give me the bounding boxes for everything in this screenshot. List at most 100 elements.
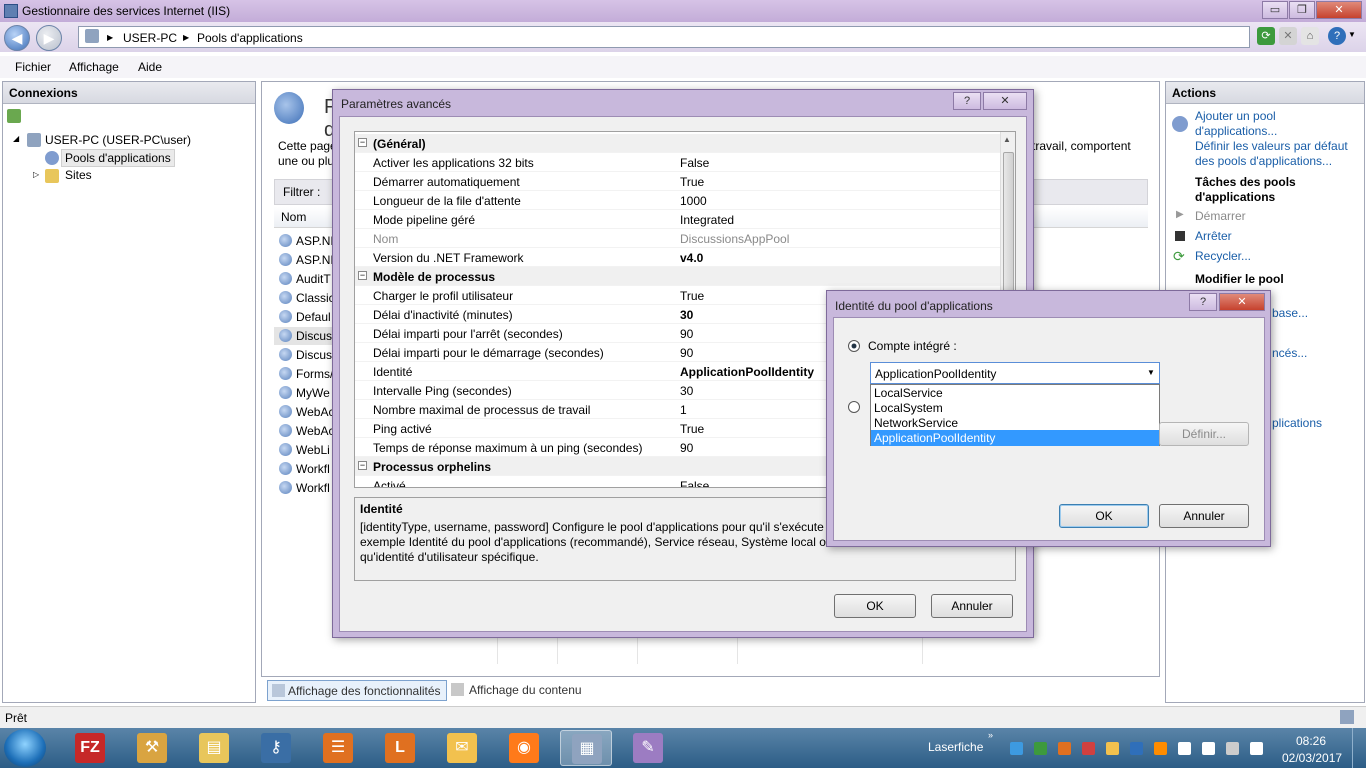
property-value[interactable]: ApplicationPoolIdentity bbox=[680, 365, 814, 379]
list-item[interactable]: MyWe bbox=[274, 384, 334, 402]
property-row[interactable]: Mode pipeline géré Integrated bbox=[355, 210, 1015, 229]
taskbar-app-button[interactable]: ⚷ bbox=[250, 730, 302, 766]
show-desktop-button[interactable] bbox=[1352, 728, 1366, 768]
property-row[interactable]: Démarrer automatiquement True bbox=[355, 172, 1015, 191]
property-value[interactable]: 30 bbox=[680, 384, 693, 398]
help-dropdown-icon[interactable]: ▼ bbox=[1348, 30, 1356, 39]
property-row[interactable]: Activer les applications 32 bits False bbox=[355, 153, 1015, 172]
list-item[interactable]: WebAc bbox=[274, 422, 334, 440]
refresh-icon[interactable]: ⟳ bbox=[1257, 27, 1275, 45]
list-item[interactable]: ASP.NE bbox=[274, 251, 334, 269]
menu-help[interactable]: Aide bbox=[138, 60, 162, 74]
tray-icon[interactable] bbox=[1226, 742, 1239, 755]
property-value[interactable]: False bbox=[680, 479, 709, 487]
menu-file[interactable]: Fichier bbox=[15, 60, 51, 74]
property-value[interactable]: 1 bbox=[680, 403, 687, 417]
minimize-button[interactable]: ▭ bbox=[1262, 1, 1288, 19]
collapse-icon[interactable]: − bbox=[358, 138, 367, 147]
taskbar-app-button[interactable]: L bbox=[374, 730, 426, 766]
identity-help-button[interactable]: ? bbox=[1189, 293, 1217, 311]
action-set-defaults-2[interactable]: des pools d'applications... bbox=[1195, 154, 1332, 168]
property-value[interactable]: True bbox=[680, 422, 704, 436]
tray-icon[interactable] bbox=[1130, 742, 1143, 755]
tray-icon[interactable] bbox=[1010, 742, 1023, 755]
taskbar-app-button[interactable]: FZ bbox=[64, 730, 116, 766]
list-item[interactable]: AuditT bbox=[274, 270, 334, 288]
help-icon[interactable]: ? bbox=[1328, 27, 1346, 45]
identity-close-button[interactable]: ✕ bbox=[1219, 293, 1265, 311]
list-item[interactable]: WebLi bbox=[274, 441, 334, 459]
home-icon[interactable]: ⌂ bbox=[1301, 27, 1319, 45]
option-networkservice[interactable]: NetworkService bbox=[874, 416, 958, 430]
option-localservice[interactable]: LocalService bbox=[874, 386, 943, 400]
advanced-cancel-button[interactable]: Annuler bbox=[931, 594, 1013, 618]
identity-ok-button[interactable]: OK bbox=[1059, 504, 1149, 528]
collapse-icon[interactable]: − bbox=[358, 271, 367, 280]
option-localsystem[interactable]: LocalSystem bbox=[874, 401, 943, 415]
option-applicationpoolidentity[interactable]: ApplicationPoolIdentity bbox=[871, 430, 1159, 446]
property-row[interactable]: Version du .NET Framework v4.0 bbox=[355, 248, 1015, 267]
property-value[interactable]: 1000 bbox=[680, 194, 707, 208]
property-value[interactable]: True bbox=[680, 175, 704, 189]
tree-app-pools[interactable]: Pools d'applications bbox=[61, 149, 175, 167]
property-value[interactable]: DiscussionsAppPool bbox=[680, 232, 789, 246]
define-button[interactable]: Définir... bbox=[1159, 422, 1249, 446]
tab-features-view[interactable]: Affichage des fonctionnalités bbox=[267, 680, 447, 701]
custom-account-radio[interactable] bbox=[848, 401, 860, 413]
list-item[interactable]: Classic bbox=[274, 289, 334, 307]
tray-icon[interactable] bbox=[1154, 742, 1167, 755]
property-value[interactable]: Integrated bbox=[680, 213, 734, 227]
tray-icon[interactable] bbox=[1178, 742, 1191, 755]
tray-expand-icon[interactable]: » bbox=[988, 730, 993, 740]
scroll-thumb[interactable] bbox=[1003, 152, 1014, 312]
action-start[interactable]: Démarrer bbox=[1195, 209, 1246, 223]
property-value[interactable]: 90 bbox=[680, 327, 693, 341]
restore-button[interactable]: ❐ bbox=[1289, 1, 1315, 19]
taskbar-app-button[interactable]: ✎ bbox=[622, 730, 674, 766]
column-name[interactable]: Nom bbox=[281, 210, 306, 224]
taskbar-app-button[interactable]: ⚒ bbox=[126, 730, 178, 766]
taskbar-app-button[interactable]: ▦ bbox=[560, 730, 612, 766]
identity-select[interactable]: ApplicationPoolIdentity ▼ bbox=[870, 362, 1160, 384]
list-item[interactable]: Workfl bbox=[274, 479, 334, 497]
tray-icon[interactable] bbox=[1034, 742, 1047, 755]
property-value[interactable]: False bbox=[680, 156, 709, 170]
advanced-help-button[interactable]: ? bbox=[953, 92, 981, 110]
taskbar-app-button[interactable]: ✉ bbox=[436, 730, 488, 766]
property-value[interactable]: v4.0 bbox=[680, 251, 703, 265]
property-row[interactable]: Nom DiscussionsAppPool bbox=[355, 229, 1015, 248]
clock-time[interactable]: 08:26 bbox=[1296, 734, 1326, 748]
laserfiche-label[interactable]: Laserfiche bbox=[928, 740, 983, 754]
list-item[interactable]: Discus bbox=[274, 327, 334, 345]
list-item[interactable]: ASP.NE bbox=[274, 232, 334, 250]
builtin-account-radio[interactable] bbox=[848, 340, 860, 352]
identity-cancel-button[interactable]: Annuler bbox=[1159, 504, 1249, 528]
expand-icon[interactable]: ▷ bbox=[33, 170, 39, 179]
action-stop[interactable]: Arrêter bbox=[1195, 229, 1232, 243]
list-item[interactable]: Discus bbox=[274, 346, 334, 364]
taskbar-app-button[interactable]: ☰ bbox=[312, 730, 364, 766]
list-item[interactable]: Forms/ bbox=[274, 365, 334, 383]
list-item[interactable]: Workfl bbox=[274, 460, 334, 478]
clock-date[interactable]: 02/03/2017 bbox=[1282, 751, 1342, 765]
property-value[interactable]: 90 bbox=[680, 441, 693, 455]
tray-icon[interactable] bbox=[1058, 742, 1071, 755]
action-partial-1[interactable]: base... bbox=[1272, 306, 1308, 320]
property-row[interactable]: Longueur de la file d'attente 1000 bbox=[355, 191, 1015, 210]
tab-content-view[interactable]: Affichage du contenu bbox=[451, 681, 601, 700]
action-set-defaults-1[interactable]: Définir les valeurs par défaut bbox=[1195, 139, 1348, 153]
tray-icon[interactable] bbox=[1106, 742, 1119, 755]
action-add-pool-2[interactable]: d'applications... bbox=[1195, 124, 1277, 138]
property-value[interactable]: True bbox=[680, 289, 704, 303]
action-partial-2[interactable]: ncés... bbox=[1272, 346, 1307, 360]
action-recycle[interactable]: Recycler... bbox=[1195, 249, 1251, 263]
collapse-icon[interactable]: − bbox=[358, 461, 367, 470]
tray-icon[interactable] bbox=[1082, 742, 1095, 755]
advanced-ok-button[interactable]: OK bbox=[834, 594, 916, 618]
taskbar-app-button[interactable]: ▤ bbox=[188, 730, 240, 766]
breadcrumb-app-pools[interactable]: Pools d'applications bbox=[197, 31, 303, 45]
collapse-icon[interactable]: ◢ bbox=[13, 134, 19, 143]
scroll-up-icon[interactable]: ▲ bbox=[1003, 135, 1011, 144]
action-partial-3[interactable]: plications bbox=[1272, 416, 1322, 430]
address-bar[interactable]: ▶ USER-PC ▶ Pools d'applications bbox=[78, 26, 1250, 48]
